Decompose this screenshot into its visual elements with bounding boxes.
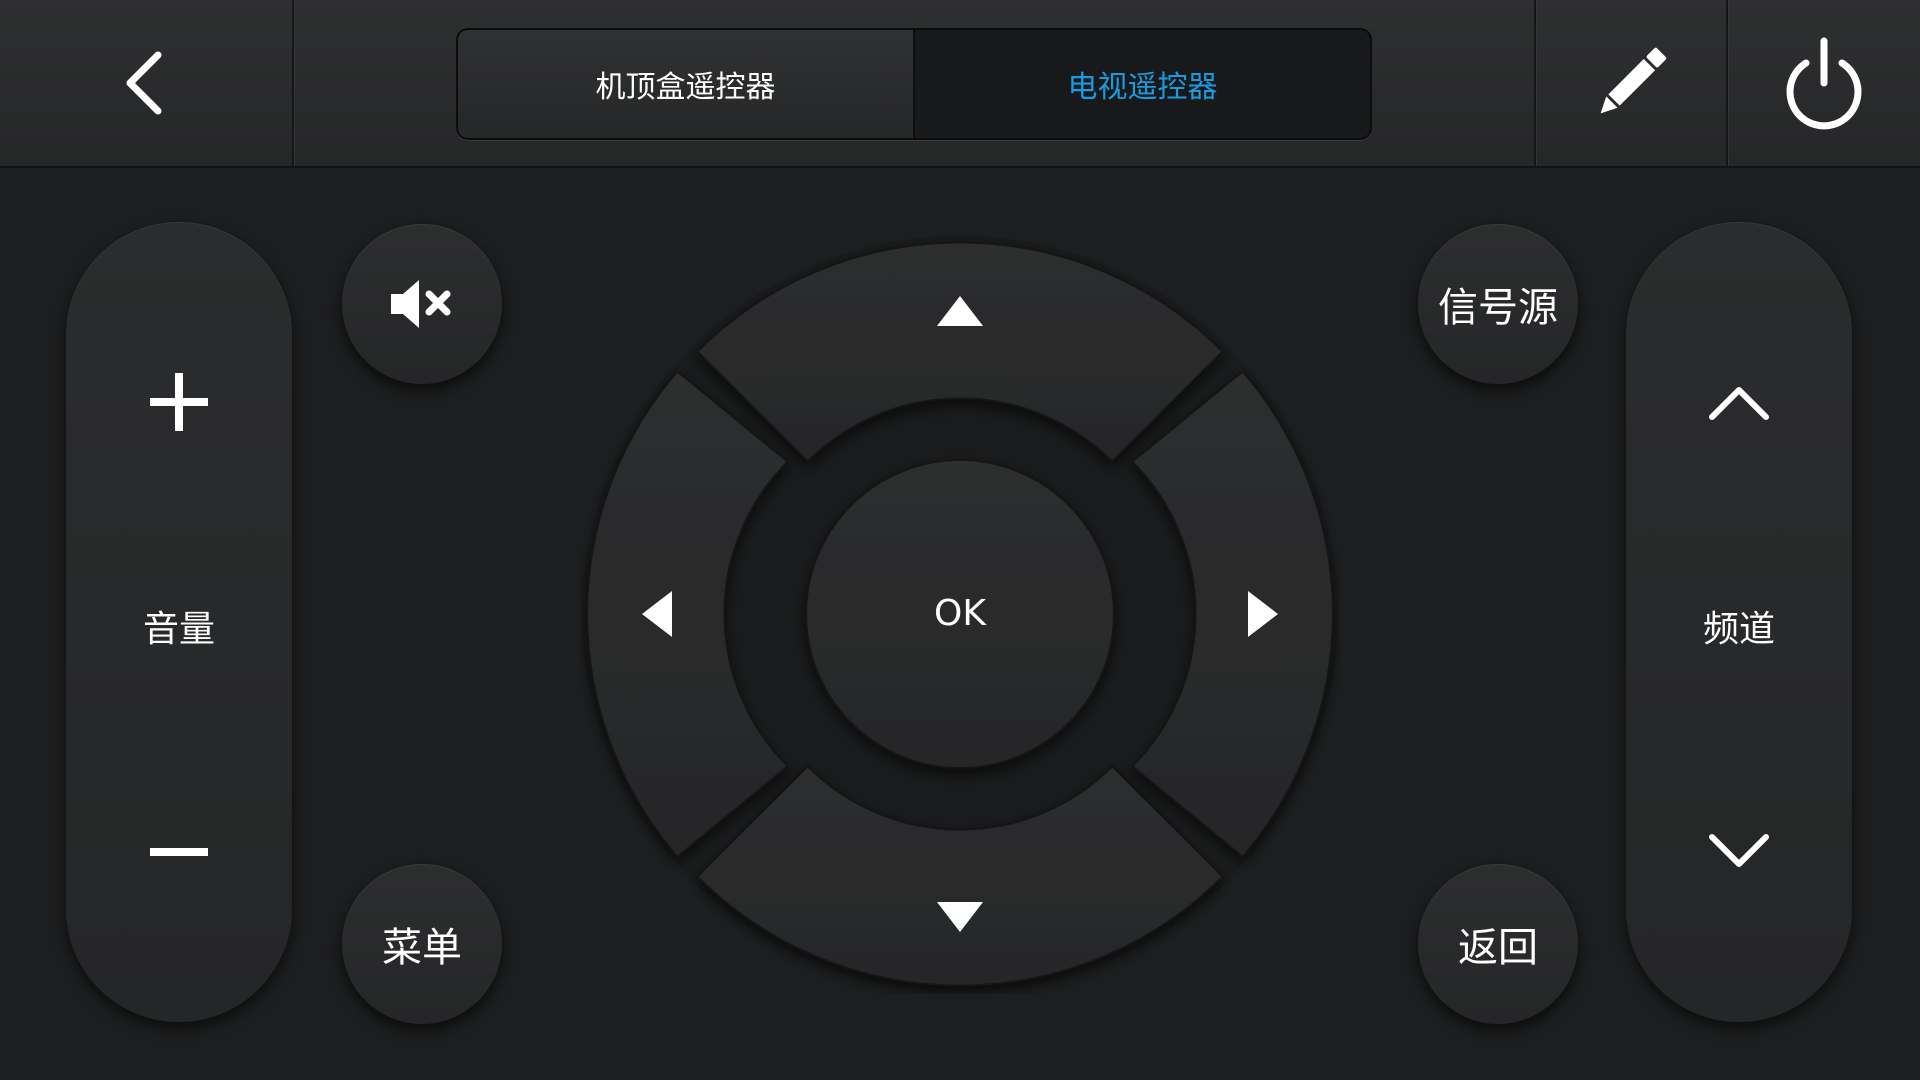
pencil-icon	[1600, 47, 1667, 114]
tab-set-top-box-remote[interactable]: 机顶盒遥控器	[458, 30, 915, 138]
back-arrow-icon	[126, 51, 162, 115]
return-button[interactable]: 返回	[1418, 864, 1578, 1024]
power-icon	[1786, 37, 1862, 130]
plus-icon	[150, 373, 208, 431]
volume-down-button[interactable]	[66, 722, 292, 1022]
ok-button[interactable]	[805, 459, 1115, 769]
mute-button[interactable]	[342, 224, 502, 384]
volume-up-button[interactable]	[66, 222, 292, 522]
remote-control-screen: 机顶盒遥控器 电视遥控器 音量 菜单 OK 信号源 返回 频道	[0, 0, 1920, 1080]
channel-rocker: 频道	[1626, 222, 1852, 1022]
channel-down-button[interactable]	[1626, 722, 1852, 1022]
back-button[interactable]	[0, 0, 292, 166]
edit-button[interactable]	[1536, 0, 1726, 166]
channel-up-button[interactable]	[1626, 222, 1852, 522]
remote-type-switch: 机顶盒遥控器 电视遥控器	[456, 28, 1372, 140]
menu-button[interactable]: 菜单	[342, 864, 502, 1024]
top-bar: 机顶盒遥控器 电视遥控器	[0, 0, 1920, 168]
direction-pad: OK	[580, 234, 1340, 994]
remote-panel: 音量 菜单 OK 信号源 返回 频道	[0, 168, 1920, 1080]
chevron-down-icon	[1709, 834, 1769, 867]
direction-pad-graphic	[582, 236, 1338, 992]
volume-rocker: 音量	[66, 222, 292, 1022]
source-label: 信号源	[1438, 285, 1558, 331]
power-button[interactable]	[1728, 0, 1920, 166]
return-label: 返回	[1458, 925, 1538, 971]
mute-icon	[391, 280, 451, 328]
divider	[292, 0, 294, 166]
source-button[interactable]: 信号源	[1418, 224, 1578, 384]
volume-label: 音量	[142, 609, 215, 650]
channel-label: 频道	[1702, 609, 1775, 650]
tab-tv-remote[interactable]: 电视遥控器	[915, 30, 1370, 138]
menu-label: 菜单	[382, 925, 462, 971]
chevron-up-icon	[1709, 387, 1769, 420]
minus-icon	[150, 848, 208, 856]
